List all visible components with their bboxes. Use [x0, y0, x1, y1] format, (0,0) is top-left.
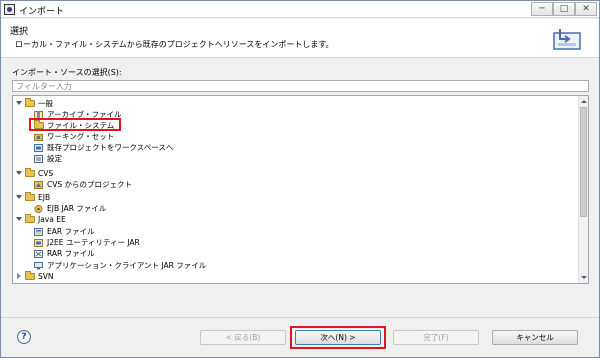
- tree-item-label: CVS からのプロジェクト: [47, 180, 133, 189]
- app-client-jar-icon: [34, 262, 43, 270]
- tree-scrollbar[interactable]: [578, 96, 588, 283]
- page-description: ローカル・ファイル・システムから既存のプロジェクトへリソースをインポートします。: [15, 40, 334, 49]
- tree-item-label: EJB: [38, 193, 51, 202]
- import-dialog: インポート ─ □ ✕ 選択 ローカル・ファイル・システムから既存のプロジェクト…: [0, 0, 600, 358]
- import-source-tree[interactable]: 一般 アーカイブ・ファイル ファイル・システム ワーキング・セット 既存プロジェ…: [12, 95, 589, 284]
- eclipse-app-icon: [4, 4, 15, 15]
- tree-item-existing-project[interactable]: 既存プロジェクトをワークスペースへ: [34, 142, 254, 153]
- expand-toggle-icon[interactable]: [16, 217, 22, 221]
- scroll-up-arrow-icon[interactable]: [579, 97, 588, 106]
- cvs-project-icon: [34, 181, 43, 189]
- tree-item-cvs-project[interactable]: CVS からのプロジェクト: [34, 179, 234, 190]
- help-icon[interactable]: ?: [17, 330, 31, 344]
- collapse-toggle-icon[interactable]: [17, 273, 21, 279]
- tree-item-label: 一般: [38, 99, 53, 108]
- folder-icon: [25, 98, 35, 107]
- expand-toggle-icon[interactable]: [16, 171, 22, 175]
- tree-item-label: ワーキング・セット: [47, 132, 115, 141]
- minimize-button[interactable]: ─: [531, 2, 553, 16]
- folder-icon: [25, 214, 35, 223]
- close-button[interactable]: ✕: [575, 2, 597, 16]
- tree-item-label: EJB JAR ファイル: [47, 204, 107, 213]
- tree-item-label: Java EE: [38, 215, 66, 224]
- tree-item-preferences[interactable]: 設定: [34, 153, 234, 164]
- tree-item-app-client-jar[interactable]: アプリケーション・クライアント JAR ファイル: [34, 260, 294, 271]
- tree-item-label: 既存プロジェクトをワークスペースへ: [47, 143, 174, 152]
- ejb-jar-icon: [34, 205, 43, 213]
- tree-item-ejb[interactable]: EJB: [16, 192, 216, 203]
- tree-item-label: J2EE ユーティリティー JAR: [47, 238, 140, 247]
- tree-item-j2ee-utility-jar[interactable]: J2EE ユーティリティー JAR: [34, 237, 234, 248]
- tree-item-working-set[interactable]: ワーキング・セット: [34, 131, 234, 142]
- existing-project-icon: [34, 144, 43, 152]
- folder-icon: [25, 271, 35, 280]
- folder-icon: [25, 192, 35, 201]
- tree-item-label: CVS: [38, 169, 54, 178]
- tree-item-label: アプリケーション・クライアント JAR ファイル: [47, 261, 207, 270]
- back-button[interactable]: < 戻る(B): [200, 330, 286, 345]
- selection-highlight-box: [29, 118, 121, 131]
- working-set-icon: [34, 134, 43, 141]
- utility-jar-icon: [34, 239, 43, 247]
- wizard-header: 選択 ローカル・ファイル・システムから既存のプロジェクトへリソースをインポートし…: [1, 19, 599, 58]
- tree-item-svn[interactable]: SVN: [16, 271, 216, 282]
- import-source-label: インポート・ソースの選択(S):: [12, 68, 122, 77]
- tree-item-ear[interactable]: EAR ファイル: [34, 226, 234, 237]
- expand-toggle-icon[interactable]: [16, 101, 22, 105]
- title-bar: インポート ─ □ ✕: [1, 1, 599, 18]
- folder-icon: [25, 168, 35, 177]
- import-wizard-icon: [553, 29, 581, 50]
- rar-file-icon: [34, 250, 43, 258]
- next-button-highlight-box: [290, 326, 386, 349]
- tree-item-label: EAR ファイル: [47, 227, 95, 236]
- tree-item-label: 設定: [47, 154, 62, 163]
- window-title: インポート: [19, 7, 65, 17]
- cancel-button[interactable]: キャンセル: [492, 330, 578, 345]
- scroll-thumb[interactable]: [580, 107, 587, 217]
- finish-button[interactable]: 完了(F): [393, 330, 479, 345]
- tree-item-rar[interactable]: RAR ファイル: [34, 248, 234, 259]
- tree-item-cvs[interactable]: CVS: [16, 168, 216, 179]
- tree-item-label: SVN: [38, 272, 54, 281]
- maximize-button[interactable]: □: [553, 2, 575, 16]
- page-title: 選択: [10, 27, 29, 37]
- preferences-icon: [34, 155, 43, 163]
- ear-file-icon: [34, 228, 43, 236]
- tree-item-ejb-jar[interactable]: EJB JAR ファイル: [34, 203, 234, 214]
- tree-item-general[interactable]: 一般: [16, 98, 216, 109]
- footer-divider: [1, 317, 599, 318]
- scroll-down-arrow-icon[interactable]: [579, 273, 588, 282]
- tree-item-label: RAR ファイル: [47, 249, 95, 258]
- tree-item-java-ee[interactable]: Java EE: [16, 214, 216, 225]
- filter-input[interactable]: [12, 80, 589, 92]
- expand-toggle-icon[interactable]: [16, 195, 22, 199]
